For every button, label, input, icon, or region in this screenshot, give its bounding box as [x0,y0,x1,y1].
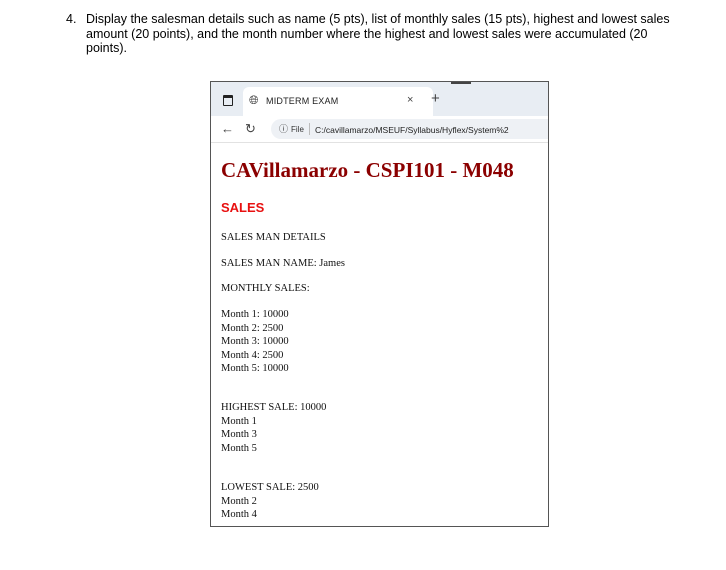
info-icon[interactable]: ⓘ [279,124,288,134]
monthly-sales-list: Month 1: 10000 Month 2: 2500 Month 3: 10… [221,308,289,376]
list-item: Month 2 [221,495,257,507]
browser-screenshot: 🌐︎ MIDTERM EXAM × + ← ↻ ⓘ File C:/cavill… [210,81,549,527]
close-icon[interactable]: × [407,94,413,106]
window-icon[interactable] [223,95,233,106]
list-item: Month 4: 2500 [221,349,284,361]
highest-sale-line: HIGHEST SALE: 10000 [221,402,327,413]
monthly-sales-label: MONTHLY SALES: [221,283,310,294]
lowest-sale-block: LOWEST SALE: 2500 Month 2 Month 4 [221,481,319,522]
url-text: C:/cavillamarzo/MSEUF/Syllabus/Hyflex/Sy… [315,125,509,135]
list-item: Month 1 [221,415,257,427]
globe-icon: 🌐︎ [249,93,259,107]
list-item: Month 2: 2500 [221,322,284,334]
section-heading: SALES [221,200,265,215]
list-item: Month 5 [221,442,257,454]
list-item: Month 3: 10000 [221,336,289,347]
salesman-name: SALES MAN NAME: James [221,258,345,269]
back-arrow-icon[interactable]: ← [221,122,234,135]
details-label: SALES MAN DETAILS [221,232,326,243]
lowest-sale-line: LOWEST SALE: 2500 [221,482,319,493]
list-item: Month 5: 10000 [221,363,289,374]
address-bar: ← ↻ ⓘ File C:/cavillamarzo/MSEUF/Syllabu… [211,116,548,143]
tab-title: MIDTERM EXAM [266,96,339,106]
url-scheme: File [291,125,304,134]
list-item: Month 4 [221,509,257,520]
page-title: CAVillamarzo - CSPI101 - M048 [221,158,514,182]
question-text: Display the salesman details such as nam… [86,12,670,55]
tab-bar: 🌐︎ MIDTERM EXAM × + [211,82,548,116]
list-item: Month 1: 10000 [221,309,289,320]
plus-icon[interactable]: + [431,91,440,106]
list-item: Month 3 [221,429,257,440]
reload-icon[interactable]: ↻ [245,122,256,135]
question-number: 4. [66,12,77,26]
highest-sale-block: HIGHEST SALE: 10000 Month 1 Month 3 Mont… [221,401,326,455]
window-top-line [451,82,471,84]
url-divider [309,123,310,135]
